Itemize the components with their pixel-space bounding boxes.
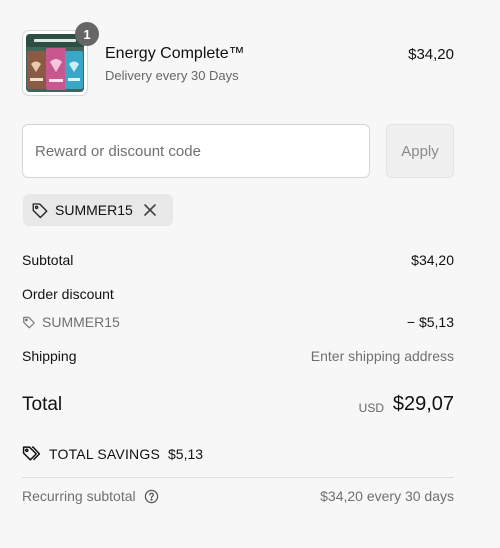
delivery-frequency: Delivery every 30 Days	[105, 68, 239, 83]
order-discount-label: Order discount	[22, 286, 114, 302]
savings-label: TOTAL SAVINGS	[49, 445, 160, 462]
subtotal-value: $34,20	[411, 252, 454, 268]
remove-code-icon[interactable]	[143, 203, 157, 217]
quantity-badge: 1	[75, 22, 99, 46]
currency-code: USD	[358, 401, 384, 415]
total-value: $29,07	[392, 393, 454, 415]
applied-discount-chip: SUMMER15	[23, 194, 173, 226]
total-label: Total	[22, 394, 63, 415]
discount-value: − $5,13	[406, 314, 454, 330]
savings-tag-icon	[22, 444, 41, 463]
divider	[22, 477, 454, 478]
tag-icon	[22, 315, 36, 329]
recurring-subtotal-row: Recurring subtotal	[22, 488, 159, 504]
help-icon[interactable]	[144, 489, 159, 504]
product-price: $34,20	[408, 46, 454, 63]
recurring-subtotal-label: Recurring subtotal	[22, 488, 136, 504]
shipping-label: Shipping	[22, 348, 77, 364]
product-image	[26, 34, 84, 92]
tag-icon	[31, 201, 49, 219]
discount-code-name: SUMMER15	[42, 314, 120, 330]
discount-code-input[interactable]	[22, 124, 370, 178]
savings-value: $5,13	[168, 445, 204, 462]
discount-code-row: SUMMER15	[22, 314, 120, 330]
applied-code-label: SUMMER15	[55, 202, 133, 218]
recurring-subtotal-value: $34,20 every 30 days	[320, 488, 454, 504]
total-savings: TOTAL SAVINGS $5,13	[22, 444, 203, 463]
subtotal-label: Subtotal	[22, 252, 74, 268]
apply-button[interactable]: Apply	[386, 124, 454, 178]
product-name: Energy Complete™	[105, 45, 245, 62]
shipping-value: Enter shipping address	[310, 348, 454, 364]
